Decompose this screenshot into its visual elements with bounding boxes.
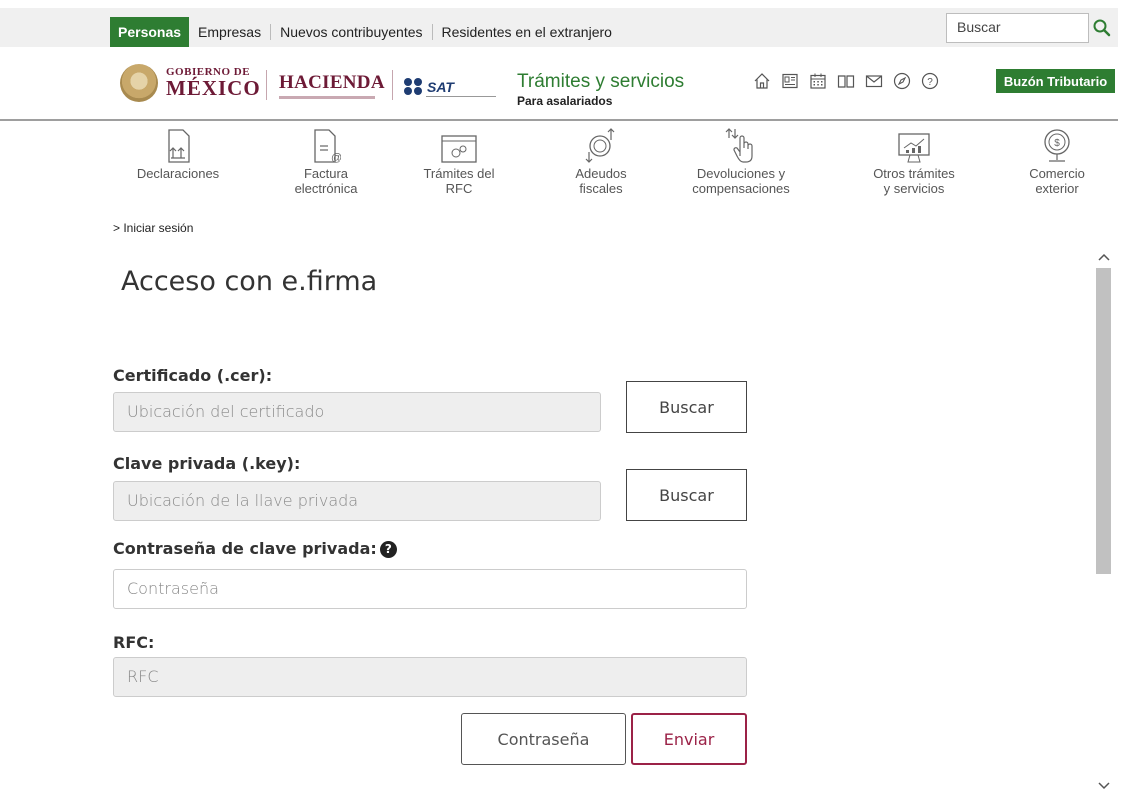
comercio-icon: $ (1002, 126, 1112, 164)
header-divider (0, 119, 1118, 121)
password-label-row: Contraseña de clave privada:? (113, 539, 397, 558)
scrollbar-thumb[interactable] (1096, 268, 1111, 574)
mail-icon[interactable] (863, 70, 885, 92)
breadcrumb[interactable]: > Iniciar sesión (113, 221, 193, 235)
certificado-label: Certificado (.cer): (113, 366, 273, 385)
mexico-text: MÉXICO (166, 76, 261, 100)
search-input[interactable]: Buscar (946, 13, 1089, 43)
service-label: Otros trámites (873, 166, 955, 181)
service-label: RFC (445, 181, 473, 196)
service-label: fiscales (579, 181, 623, 196)
otros-icon (854, 126, 974, 164)
services-nav: Declaraciones @ Factura electrónica Trám… (100, 126, 1100, 210)
service-adeudos[interactable]: Adeudos fiscales (546, 126, 656, 196)
question-circle-icon[interactable]: ? (379, 541, 397, 558)
book-icon[interactable] (835, 70, 857, 92)
service-otros-tramites[interactable]: Otros trámites y servicios (854, 126, 974, 196)
buscar-certificado-button[interactable]: Buscar (626, 381, 747, 433)
scroll-down-icon[interactable] (1096, 776, 1112, 796)
service-label: exterior (1035, 181, 1079, 196)
svg-text:$: $ (1054, 138, 1060, 149)
audience-nav: Personas Empresas Nuevos contribuyentes … (110, 17, 621, 47)
search-icon[interactable] (1090, 13, 1114, 43)
site-header: GOBIERNO DE MÉXICO HACIENDA SAT Trámites… (0, 48, 1135, 122)
service-label: Devoluciones y (696, 166, 786, 181)
service-label: y servicios (883, 181, 945, 196)
service-label: Trámites del (423, 166, 495, 181)
rfc-field[interactable]: RFC (113, 657, 747, 697)
sat-dots-icon (404, 78, 424, 96)
rfc-label: RFC: (113, 633, 155, 652)
buscar-clave-button[interactable]: Buscar (626, 469, 747, 521)
service-label: Adeudos (575, 166, 627, 181)
svg-text:@: @ (331, 152, 341, 164)
scroll-up-icon[interactable] (1096, 247, 1112, 267)
calendar-icon[interactable] (807, 70, 829, 92)
logo-divider (392, 70, 393, 100)
sat-underline (426, 96, 496, 97)
declaraciones-icon (120, 126, 236, 164)
clave-privada-label: Clave privada (.key): (113, 454, 301, 473)
service-label: Declaraciones (136, 166, 220, 181)
nav-personas[interactable]: Personas (110, 17, 190, 47)
hacienda-underline (279, 96, 375, 99)
section-title[interactable]: Trámites y servicios (517, 71, 684, 93)
password-label: Contraseña de clave privada: (113, 539, 377, 558)
service-label: electrónica (294, 181, 358, 196)
hacienda-logo[interactable]: HACIENDA (279, 72, 385, 99)
service-tramites-rfc[interactable]: Trámites del RFC (404, 126, 514, 196)
hacienda-text: HACIENDA (279, 72, 385, 93)
factura-icon: @ (266, 126, 386, 164)
gobierno-mexico-logo[interactable]: GOBIERNO DE MÉXICO (120, 64, 261, 102)
service-devoluciones[interactable]: Devoluciones y compensaciones (676, 126, 806, 196)
service-label: Factura (303, 166, 349, 181)
nav-residentes-extranjero[interactable]: Residentes en el extranjero (433, 17, 621, 47)
buzon-tributario-button[interactable]: Buzón Tributario (996, 69, 1115, 93)
help-icon[interactable]: ? (919, 70, 941, 92)
devoluciones-icon (676, 126, 806, 164)
sat-logo[interactable]: SAT (404, 78, 496, 97)
logo-divider (266, 70, 267, 100)
page-title: Acceso con e.firma (121, 266, 378, 297)
clave-privada-field[interactable]: Ubicación de la llave privada (113, 481, 601, 521)
enviar-button[interactable]: Enviar (631, 713, 747, 765)
sat-text: SAT (427, 79, 454, 95)
password-field[interactable]: Contraseña (113, 569, 747, 609)
quick-links: ? (751, 70, 941, 92)
section-subtitle: Para asalariados (517, 94, 613, 108)
svg-text:?: ? (927, 77, 933, 88)
certificado-field[interactable]: Ubicación del certificado (113, 392, 601, 432)
service-comercio-exterior[interactable]: $ Comercio exterior (1002, 126, 1112, 196)
top-bar: Personas Empresas Nuevos contribuyentes … (0, 0, 1135, 48)
contrasena-button[interactable]: Contraseña (461, 713, 626, 765)
nav-empresas[interactable]: Empresas (189, 17, 270, 47)
rfc-icon (404, 126, 514, 164)
national-seal-icon (120, 64, 158, 102)
news-icon[interactable] (779, 70, 801, 92)
service-factura[interactable]: @ Factura electrónica (266, 126, 386, 196)
service-label: compensaciones (692, 181, 790, 196)
compass-icon[interactable] (891, 70, 913, 92)
adeudos-icon (546, 126, 656, 164)
nav-nuevos-contribuyentes[interactable]: Nuevos contribuyentes (271, 17, 431, 47)
service-declaraciones[interactable]: Declaraciones (120, 126, 236, 181)
service-label: Comercio (1029, 166, 1085, 181)
home-icon[interactable] (751, 70, 773, 92)
